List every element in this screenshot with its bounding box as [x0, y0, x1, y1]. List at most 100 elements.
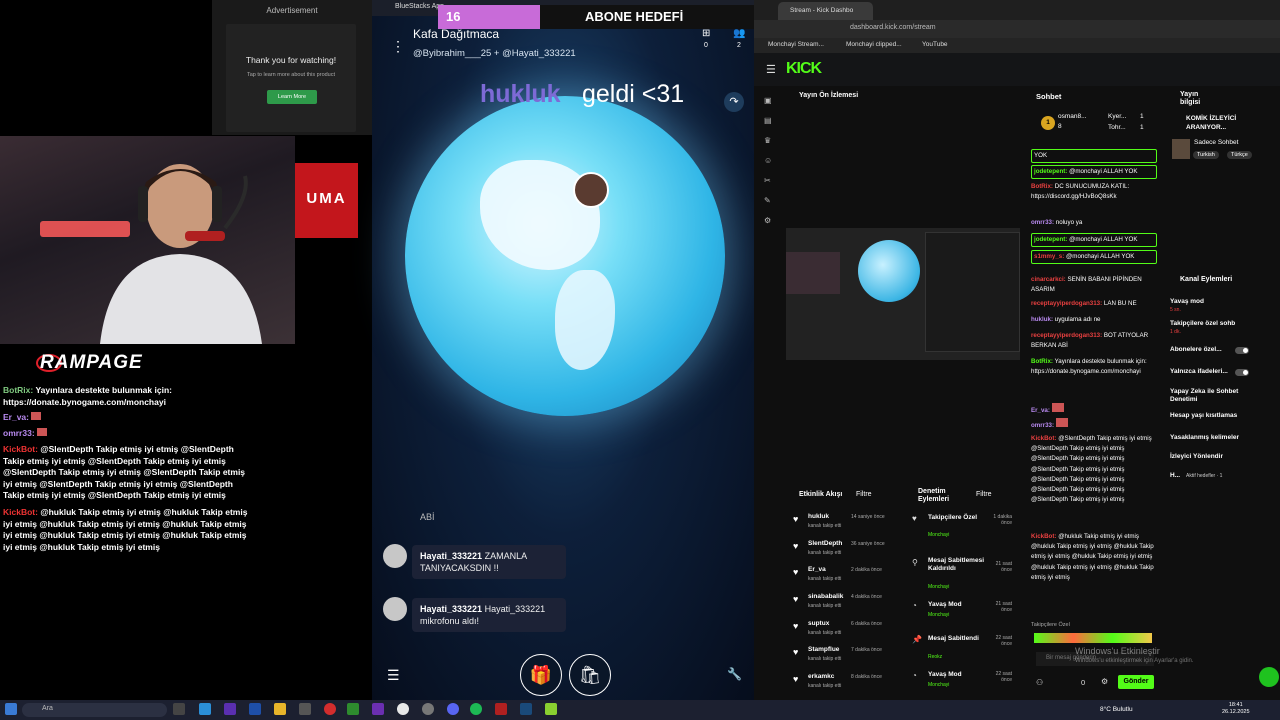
pin-icon: 📌: [912, 635, 922, 644]
top-user-name: Tohr...: [1108, 124, 1126, 131]
steam-icon[interactable]: [520, 703, 532, 715]
taskbar-search[interactable]: Ara: [22, 703, 167, 717]
emote-bar[interactable]: [1034, 633, 1152, 643]
menu-icon[interactable]: ☰: [766, 63, 776, 76]
chat-settings-icon[interactable]: ⚙: [1101, 677, 1108, 686]
stream-tag[interactable]: Turkish: [1193, 151, 1219, 159]
task-view-icon[interactable]: [173, 703, 185, 715]
channel-action-followers-only[interactable]: Takipçilere özel sohb: [1170, 320, 1235, 328]
channel-action-slow-mode[interactable]: Yavaş mod: [1170, 298, 1204, 306]
channel-action-goals[interactable]: H...: [1170, 472, 1180, 480]
discord-icon[interactable]: [447, 703, 459, 715]
windows-taskbar: [0, 700, 1280, 720]
preview-screen: [925, 232, 1020, 352]
activity-time: 6 dakika önce: [851, 621, 882, 627]
channel-action-emotes-only[interactable]: Yalnızca ifadeleri...: [1170, 368, 1228, 376]
top-user-count: 1: [1140, 113, 1144, 120]
heart-icon: ♥: [793, 567, 799, 577]
chat-count: 0: [1081, 678, 1086, 687]
mod-action-time: 21 saat önce: [995, 601, 1012, 613]
edge-icon[interactable]: [199, 703, 211, 715]
browser-tab[interactable]: Stream - Kick Dashbo: [778, 2, 873, 20]
chat-options-icon[interactable]: ⚇: [1036, 678, 1043, 687]
channel-action-banned-words[interactable]: Yasaklanmış kelimeler: [1170, 434, 1239, 442]
photoshop-icon[interactable]: [249, 703, 261, 715]
channel-action-raid[interactable]: İzleyici Yönlendir: [1170, 453, 1223, 461]
community-icon[interactable]: ☺: [764, 156, 772, 165]
wrench-icon[interactable]: 🔧: [727, 667, 742, 681]
taskbar-weather[interactable]: 8°C Bulutlu: [1100, 706, 1133, 713]
settings-icon[interactable]: ⚙: [764, 216, 771, 225]
activity-name: sinababalik: [808, 593, 844, 600]
game-message: Hayati_333221 Hayati_333221 mikrofonu al…: [412, 598, 566, 632]
shop-icon[interactable]: 🛍: [569, 654, 611, 696]
gift-icon[interactable]: 🎁: [520, 654, 562, 696]
chat-message: omrr33:: [1031, 418, 1157, 431]
activity-name: suptux: [808, 620, 830, 627]
moderation-filter-button[interactable]: Filtre: [976, 491, 992, 498]
start-icon[interactable]: [5, 703, 17, 715]
slow-mode-icon: ◔: [912, 601, 917, 610]
file-explorer-icon[interactable]: [274, 703, 286, 715]
bookmark-item[interactable]: YouTube: [922, 41, 948, 48]
kick-logo[interactable]: KICK: [786, 60, 822, 78]
bluestacks-icon[interactable]: [545, 703, 557, 715]
activity-filter-button[interactable]: Filtre: [856, 491, 872, 498]
send-button[interactable]: Gönder: [1118, 675, 1154, 689]
ad-content: [226, 24, 356, 132]
trophy-icon[interactable]: ♛: [764, 136, 771, 145]
spotify-icon[interactable]: [470, 703, 482, 715]
preview-globe: [858, 240, 920, 302]
activity-name: hukluk: [808, 513, 829, 520]
chat-mode-label: Takipçilere Özel: [1031, 622, 1070, 628]
windows-activation-watermark: Windows'u Etkinleştir: [1075, 646, 1160, 656]
goal-current: 16: [446, 9, 461, 24]
channel-action-subs-only[interactable]: Abonelere özel...: [1170, 346, 1222, 354]
app-icon[interactable]: [495, 703, 507, 715]
premiere-icon[interactable]: [224, 703, 236, 715]
top-user-count: 8: [1058, 123, 1062, 130]
content-icon[interactable]: ▤: [764, 116, 772, 125]
tools-icon[interactable]: ✎: [764, 196, 771, 205]
address-bar[interactable]: [754, 20, 1280, 38]
obs-icon[interactable]: [422, 703, 434, 715]
game-message: Hayati_333221 ZAMANLA TANIYACAKSDIN !!: [412, 545, 566, 579]
chat-message: omrr33: noluyo ya: [1031, 219, 1083, 226]
moderation-title: Denetim Eylemleri: [918, 488, 950, 503]
bookmark-item[interactable]: Monchayi clipped...: [846, 41, 902, 48]
people-icon[interactable]: 👥: [733, 28, 745, 39]
dashboard-icon[interactable]: ▣: [764, 96, 772, 105]
chat-message: hukluk: uygulama adı ne: [1031, 316, 1101, 323]
overlay-chat-line: KickBot: @hukluk Takip etmiş iyi etmiş @…: [3, 507, 248, 552]
stream-tag[interactable]: Türkçe: [1227, 151, 1252, 159]
channel-action-account-age[interactable]: Hesap yaşı kısıtlamas: [1170, 412, 1237, 420]
chat-message: receptayyiperdogan313: BOT ATIYOLAR BERK…: [1031, 332, 1149, 350]
app-icon[interactable]: [299, 703, 311, 715]
chrome-icon[interactable]: [397, 703, 409, 715]
channel-action-ai-moderation[interactable]: Yapay Zeka ile Sohbet Denetimi: [1170, 388, 1242, 404]
taskbar-clock[interactable]: 18:41 26.12.2025: [1222, 702, 1250, 716]
activity-name: erkamkc: [808, 673, 835, 680]
address-url[interactable]: dashboard.kick.com/stream: [850, 24, 936, 31]
share-icon[interactable]: ↷: [724, 92, 744, 112]
activity-time: 7 dakika önce: [851, 647, 882, 653]
rampage-logo: RAMPAGE: [40, 352, 143, 373]
after-effects-icon[interactable]: [372, 703, 384, 715]
top-user-name: Kyer...: [1108, 113, 1127, 120]
overlay-chat-line: Er_va:: [3, 412, 253, 424]
more-options-icon[interactable]: ⋮: [391, 38, 405, 55]
opera-icon[interactable]: [324, 703, 336, 715]
activity-name: Stampflue: [808, 646, 840, 653]
grid-icon[interactable]: ⊞: [702, 28, 710, 39]
chat-message: KickBot: @SlentDepth Takip etmiş iyi etm…: [1031, 435, 1152, 504]
channel-action-sub: 5 sn.: [1170, 307, 1181, 313]
activity-time: 36 saniye önce: [851, 541, 885, 547]
excel-icon[interactable]: [347, 703, 359, 715]
bookmark-item[interactable]: Monchayi Stream...: [768, 41, 824, 48]
ad-learn-more-button[interactable]: Learn More: [267, 90, 317, 104]
chat-floating-icon[interactable]: [1259, 667, 1279, 687]
emotes-only-toggle[interactable]: [1235, 369, 1249, 376]
subs-only-toggle[interactable]: [1235, 347, 1249, 354]
clip-icon[interactable]: ✂: [764, 176, 771, 185]
settings-sliders-icon[interactable]: ☰: [387, 667, 400, 684]
